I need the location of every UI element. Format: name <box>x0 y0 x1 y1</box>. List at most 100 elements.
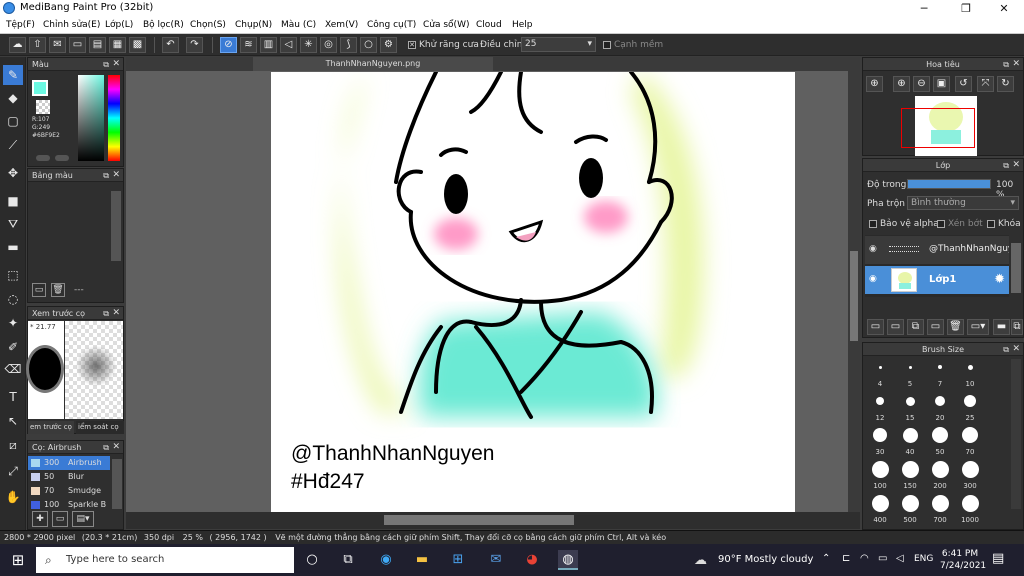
undo-icon[interactable]: ↶ <box>162 37 179 53</box>
menu-select[interactable]: Chọn(S) <box>190 20 226 30</box>
new-layer-2-icon[interactable]: ▭ <box>887 319 904 335</box>
eye-icon[interactable]: ◉ <box>869 244 877 254</box>
close-icon[interactable]: ✕ <box>112 58 120 71</box>
brush-size-cell[interactable]: 700 <box>925 494 955 524</box>
new-palette-icon[interactable]: ▭ <box>32 283 46 297</box>
close-icon[interactable]: ✕ <box>112 441 120 454</box>
parallel-snap-icon[interactable]: ≋ <box>240 37 257 53</box>
menu-color[interactable]: Màu (C) <box>281 20 316 30</box>
expand-icon[interactable]: ⧉ <box>1003 159 1009 172</box>
expand-icon[interactable]: ⧉ <box>1003 58 1009 71</box>
brush-size-scrollbar[interactable] <box>1011 359 1021 509</box>
snap-settings-icon[interactable]: ⚙ <box>380 37 397 53</box>
brush-size-cell[interactable]: 15 <box>895 392 925 422</box>
delete-palette-icon[interactable]: 🗑 <box>51 283 65 297</box>
merge-icon[interactable]: ⧉ <box>1011 319 1023 335</box>
brush-size-cell[interactable]: 100 <box>865 460 895 490</box>
file-explorer-icon[interactable]: ▬ <box>412 550 432 570</box>
brush-size-cell[interactable]: 500 <box>895 494 925 524</box>
fit-icon[interactable]: ▣ <box>933 76 950 92</box>
layers-icon[interactable]: ▦ <box>109 37 126 53</box>
brush-item[interactable]: 50 Blur <box>28 470 110 484</box>
color-mode-button[interactable] <box>55 155 69 161</box>
delete-layer-icon[interactable]: 🗑 <box>947 319 964 335</box>
select-rect-icon[interactable]: ⬚ <box>3 265 23 285</box>
wifi-icon[interactable]: ◠ <box>860 553 869 564</box>
menu-capture[interactable]: Chụp(N) <box>235 20 272 30</box>
brush-size-cell[interactable]: 70 <box>955 426 985 456</box>
lasso-tool-icon[interactable]: ◌ <box>3 289 23 309</box>
save-icon[interactable]: ▤ <box>89 37 106 53</box>
brush-size-cell[interactable]: 300 <box>955 460 985 490</box>
line-tool-icon[interactable]: ⟋ <box>3 135 23 155</box>
zoom-in-icon[interactable]: ⊕ <box>866 76 883 92</box>
expand-icon[interactable]: ⧉ <box>103 169 109 182</box>
adjust-select[interactable]: 25 ▾ <box>521 37 596 52</box>
gradient-tool-icon[interactable]: ▬ <box>3 237 23 257</box>
taskbar-search[interactable]: ⌕ Type here to search <box>36 547 294 573</box>
hand-tool-icon[interactable]: ✋ <box>3 487 23 507</box>
brush-size-cell[interactable]: 400 <box>865 494 895 524</box>
brush-item[interactable]: 100 Sparkle B <box>28 498 110 512</box>
duplicate-layer-icon[interactable]: ⧉ <box>907 319 924 335</box>
magic-wand-icon[interactable]: ✦ <box>3 313 23 333</box>
lock-checkbox[interactable]: Khóa <box>987 219 1021 229</box>
horizontal-scrollbar[interactable] <box>126 512 860 529</box>
tab-brush-preview[interactable]: em trước cọ <box>28 421 74 434</box>
blend-select[interactable]: Bình thường ▾ <box>907 196 1019 210</box>
brush-size-cell[interactable]: 12 <box>865 392 895 422</box>
battery-icon[interactable]: ▭ <box>878 553 887 564</box>
clear-layer-icon[interactable]: ▭ <box>927 319 944 335</box>
medibang-taskbar-icon[interactable]: ◍ <box>558 550 578 570</box>
cross-snap-icon[interactable]: ▥ <box>260 37 277 53</box>
antialias-checkbox[interactable]: ✕ Khử răng cưa <box>408 40 479 50</box>
expand-icon[interactable]: ⧉ <box>103 307 109 320</box>
bucket-tool-icon[interactable]: ⛛ <box>3 214 23 234</box>
menu-edit[interactable]: Chỉnh sửa(E) <box>43 20 100 30</box>
brush-tool-icon[interactable]: ✎ <box>3 65 23 85</box>
clipping-checkbox[interactable]: Xén bớt <box>937 219 983 229</box>
brush-item[interactable]: 300 Airbrush <box>28 456 110 470</box>
clock[interactable]: 6:41 PM 7/24/2021 <box>940 548 986 572</box>
store-icon[interactable]: ⊞ <box>448 550 468 570</box>
rotate-right-icon[interactable]: ↻ <box>997 76 1014 92</box>
close-icon[interactable]: ✕ <box>1012 159 1020 172</box>
zoom-out-icon[interactable]: ⊕ <box>893 76 910 92</box>
vanishing-point-icon[interactable]: ◁ <box>280 37 297 53</box>
new-layer-icon[interactable]: ▭ <box>867 319 884 335</box>
select-pen-icon[interactable]: ✐ <box>3 337 23 357</box>
close-button[interactable]: ✕ <box>984 0 1024 17</box>
vertical-scrollbar[interactable] <box>848 71 860 512</box>
navigator-thumbnail[interactable] <box>901 96 977 156</box>
expand-icon[interactable]: ⧉ <box>103 58 109 71</box>
brush-size-cell[interactable]: 7 <box>925 358 955 388</box>
expand-icon[interactable]: ⧉ <box>103 441 109 454</box>
menu-help[interactable]: Help <box>512 20 533 30</box>
tab-brush-control[interactable]: iểm soát cọ <box>76 421 124 434</box>
redo-icon[interactable]: ↷ <box>186 37 203 53</box>
chevron-up-icon[interactable]: ⌃ <box>822 553 830 564</box>
protect-alpha-checkbox[interactable]: Bảo vệ alpha <box>869 219 939 229</box>
close-icon[interactable]: ✕ <box>1012 343 1020 356</box>
horizontal-scroll-thumb[interactable] <box>384 515 574 525</box>
eyedropper-icon[interactable]: ⤢ <box>3 461 23 481</box>
notification-icon[interactable]: ▤ <box>992 551 1004 566</box>
brush-size-cell[interactable]: 200 <box>925 460 955 490</box>
chrome-icon[interactable]: ◕ <box>522 550 542 570</box>
cortana-icon[interactable]: ○ <box>302 550 322 570</box>
layer-menu-icon[interactable]: ▭▾ <box>967 319 989 335</box>
layer-scrollbar[interactable] <box>1011 243 1021 293</box>
brush-size-cell[interactable]: 5 <box>895 358 925 388</box>
add-brush-icon[interactable]: ✚ <box>32 511 48 527</box>
background-swatch[interactable] <box>36 100 50 114</box>
maximize-button[interactable]: ❐ <box>946 0 986 17</box>
menu-layer[interactable]: Lớp(L) <box>105 20 133 30</box>
divide-tool-icon[interactable]: ⧄ <box>3 435 23 455</box>
saturation-value-field[interactable] <box>78 75 104 161</box>
folder-icon[interactable]: ▬ <box>993 319 1010 335</box>
brush-size-cell[interactable]: 150 <box>895 460 925 490</box>
menu-tools[interactable]: Công cụ(T) <box>367 20 416 30</box>
upload-icon[interactable]: ⇧ <box>29 37 46 53</box>
mail-icon[interactable]: ✉ <box>486 550 506 570</box>
ellipse-snap-icon[interactable]: ○ <box>360 37 377 53</box>
